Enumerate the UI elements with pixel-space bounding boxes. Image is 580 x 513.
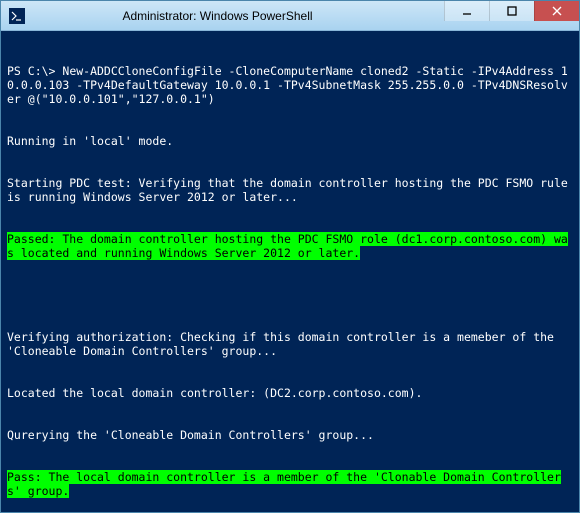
titlebar[interactable]: Administrator: Windows PowerShell	[1, 1, 579, 31]
output-line: Starting PDC test: Verifying that the do…	[7, 176, 573, 204]
output-pass: Passed: The domain controller hosting th…	[7, 232, 573, 260]
output-line: Verifying authorization: Checking if thi…	[7, 330, 573, 358]
output-pass: Pass: The local domain controller is a m…	[7, 470, 573, 498]
output-line: Qurerying the 'Cloneable Domain Controll…	[7, 428, 573, 442]
close-button[interactable]	[534, 1, 579, 21]
command-line: PS C:\> New-ADDCCloneConfigFile -CloneCo…	[7, 64, 573, 106]
powershell-window: Administrator: Windows PowerShell PS C:\…	[1, 1, 579, 512]
window-title: Administrator: Windows PowerShell	[0, 9, 444, 23]
prompt: PS C:\>	[7, 64, 62, 78]
terminal-output[interactable]: PS C:\> New-ADDCCloneConfigFile -CloneCo…	[1, 31, 579, 512]
maximize-button[interactable]	[489, 1, 534, 21]
blank-line	[7, 288, 573, 302]
command-text: New-ADDCCloneConfigFile -CloneComputerNa…	[7, 64, 568, 106]
minimize-button[interactable]	[444, 1, 489, 21]
window-controls	[444, 1, 579, 30]
output-line: Located the local domain controller: (DC…	[7, 386, 573, 400]
output-line: Running in 'local' mode.	[7, 134, 573, 148]
